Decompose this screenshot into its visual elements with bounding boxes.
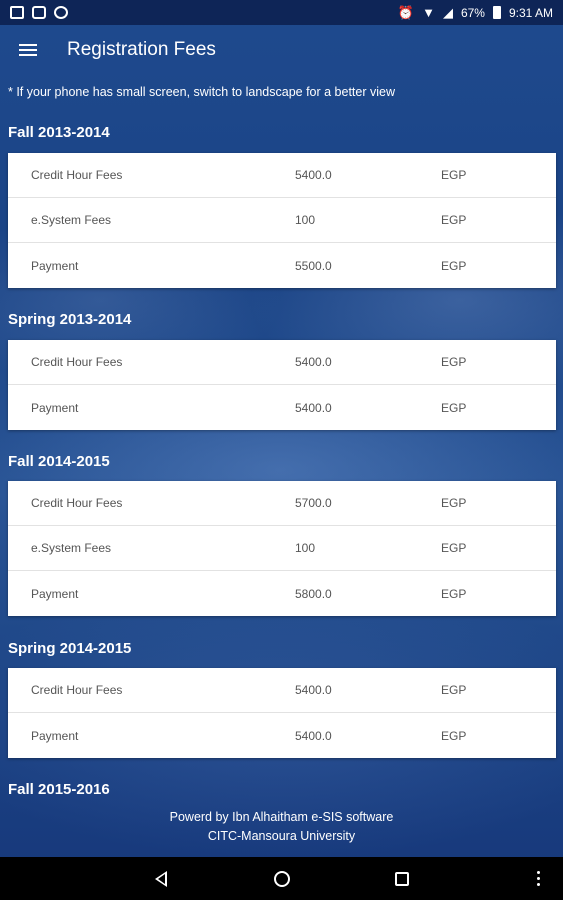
fee-currency: EGP (441, 728, 467, 743)
fee-currency: EGP (441, 258, 467, 273)
fee-row: Payment 5400.0 EGP (8, 385, 556, 430)
footer: Powerd by Ibn Alhaitham e-SIS software C… (0, 808, 563, 846)
overflow-menu-button[interactable] (508, 857, 563, 900)
fees-card: Credit Hour Fees 5400.0 EGP Payment 5400… (8, 668, 556, 758)
fee-label: Credit Hour Fees (31, 168, 123, 182)
battery-percent: 67% (460, 5, 485, 20)
message-notification-icon (32, 6, 46, 19)
fee-row: Payment 5800.0 EGP (8, 571, 556, 616)
fee-row: e.System Fees 100 EGP (8, 198, 556, 243)
image-notification-icon (10, 6, 24, 19)
fee-currency: EGP (441, 496, 467, 510)
wifi-icon: ▼ (422, 5, 435, 20)
navigation-bar (0, 857, 563, 900)
fee-amount: 5400.0 (295, 355, 332, 369)
home-icon (274, 870, 290, 887)
fee-label: e.System Fees (31, 213, 112, 227)
fee-label: e.System Fees (31, 541, 112, 555)
fee-amount: 5400.0 (295, 728, 332, 743)
fee-row: e.System Fees 100 EGP (8, 526, 556, 571)
section-title: Fall 2013-2014 (8, 124, 110, 141)
fee-label: Credit Hour Fees (31, 355, 123, 369)
fee-amount: 5400.0 (295, 168, 332, 182)
fee-row: Payment 5500.0 EGP (8, 243, 556, 288)
fee-label: Payment (31, 258, 79, 273)
back-button[interactable] (131, 857, 191, 900)
fee-row: Credit Hour Fees 5400.0 EGP (8, 340, 556, 385)
footer-powered-by: Powerd by Ibn Alhaitham e-SIS software (169, 810, 394, 824)
more-vert-icon (536, 871, 540, 886)
page-title: Registration Fees (67, 39, 216, 60)
fees-card: Credit Hour Fees 5400.0 EGP Payment 5400… (8, 340, 556, 430)
fee-currency: EGP (441, 400, 467, 415)
fee-currency: EGP (441, 683, 467, 697)
fee-currency: EGP (441, 168, 467, 182)
fee-amount: 5800.0 (295, 586, 332, 601)
recents-button[interactable] (372, 857, 432, 900)
fee-label: Payment (31, 400, 79, 415)
signal-icon: ◢ (442, 5, 453, 20)
clock: 9:31 AM (508, 5, 553, 20)
fee-currency: EGP (441, 213, 467, 227)
fee-amount: 5500.0 (295, 258, 332, 273)
landscape-hint: * If your phone has small screen, switch… (8, 85, 395, 99)
fee-label: Payment (31, 728, 79, 743)
status-bar: ⏰ ▼ ◢ 67% 9:31 AM (0, 0, 563, 25)
fee-row: Payment 5400.0 EGP (8, 713, 556, 758)
section-title: Spring 2014-2015 (8, 640, 132, 657)
fee-row: Credit Hour Fees 5400.0 EGP (8, 668, 556, 713)
fees-card: Credit Hour Fees 5400.0 EGP e.System Fee… (8, 153, 556, 288)
fee-label: Credit Hour Fees (31, 496, 123, 510)
fee-amount: 5400.0 (295, 683, 332, 697)
fee-currency: EGP (441, 586, 467, 601)
fee-row: Credit Hour Fees 5700.0 EGP (8, 481, 556, 526)
fee-amount: 100 (295, 213, 316, 227)
fee-amount: 5400.0 (295, 400, 332, 415)
fee-label: Credit Hour Fees (31, 683, 123, 697)
menu-button[interactable] (0, 25, 56, 75)
app-notification-icon (54, 6, 68, 19)
hamburger-icon (19, 44, 37, 56)
alarm-icon: ⏰ (397, 5, 415, 20)
back-icon (155, 870, 167, 887)
fee-row: Credit Hour Fees 5400.0 EGP (8, 153, 556, 198)
recents-icon (395, 871, 409, 886)
fee-amount: 5700.0 (295, 496, 332, 510)
fee-amount: 100 (295, 541, 316, 555)
fee-currency: EGP (441, 541, 467, 555)
section-title: Spring 2013-2014 (8, 311, 132, 328)
section-title: Fall 2015-2016 (8, 781, 110, 798)
footer-university: CITC-Mansoura University (207, 829, 356, 843)
fee-currency: EGP (441, 355, 467, 369)
battery-icon (492, 6, 501, 19)
app-bar: Registration Fees (0, 25, 563, 75)
section-title: Fall 2014-2015 (8, 453, 110, 470)
fee-label: Payment (31, 586, 79, 601)
home-button[interactable] (252, 857, 312, 900)
fees-card: Credit Hour Fees 5700.0 EGP e.System Fee… (8, 481, 556, 616)
